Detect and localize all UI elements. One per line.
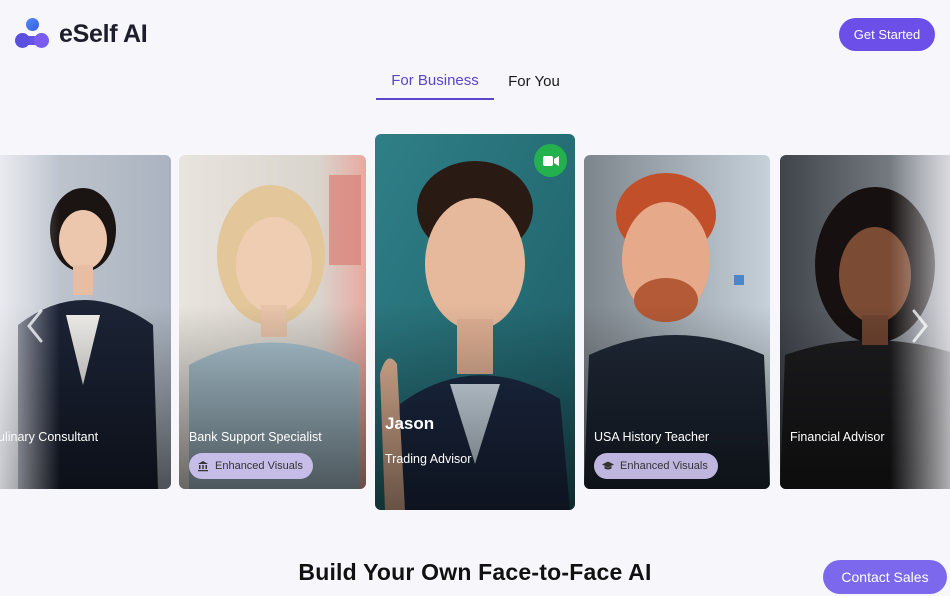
chevron-left-icon[interactable] — [25, 308, 45, 344]
badge-label: Enhanced Visuals — [620, 460, 708, 472]
card-title: Financial Advisor — [790, 430, 885, 444]
brand-name: eSelf AI — [59, 19, 148, 48]
card-name: Jason — [385, 414, 435, 433]
enhanced-visuals-badge: Enhanced Visuals — [594, 453, 718, 479]
audience-tabs: For Business For You — [376, 62, 574, 100]
badge-label: Enhanced Visuals — [215, 460, 303, 472]
avatar-card-usa-history-teacher[interactable]: USA History Teacher Enhanced Visuals — [584, 155, 770, 489]
contact-sales-button[interactable]: Contact Sales — [823, 560, 947, 594]
avatar-card-jason[interactable]: Jason Trading Advisor — [375, 134, 575, 510]
logo-icon — [15, 18, 51, 50]
video-camera-icon — [542, 155, 559, 166]
hero-headline: Build Your Own Face-to-Face AI — [298, 559, 652, 585]
chevron-right-icon[interactable] — [910, 308, 930, 344]
card-title: Bank Support Specialist — [189, 430, 322, 444]
card-title: USA History Teacher — [594, 430, 710, 444]
avatar-card-bank-support-specialist[interactable]: Bank Support Specialist Enhanced Visuals — [179, 155, 366, 489]
site-header: eSelf AI Get Started — [0, 0, 950, 70]
graduation-cap-icon — [602, 461, 614, 470]
video-call-button[interactable] — [534, 144, 567, 177]
get-started-button[interactable]: Get Started — [839, 18, 935, 51]
tab-for-business[interactable]: For Business — [376, 62, 494, 100]
enhanced-visuals-badge: Enhanced Visuals — [189, 453, 313, 479]
card-title: Trading Advisor — [385, 452, 472, 466]
brand-logo[interactable]: eSelf AI — [15, 18, 148, 50]
tab-for-you[interactable]: For You — [494, 62, 574, 100]
avatar-carousel: ulinary Consultant Bank Support Speciali… — [0, 130, 950, 515]
bank-icon — [198, 461, 208, 472]
